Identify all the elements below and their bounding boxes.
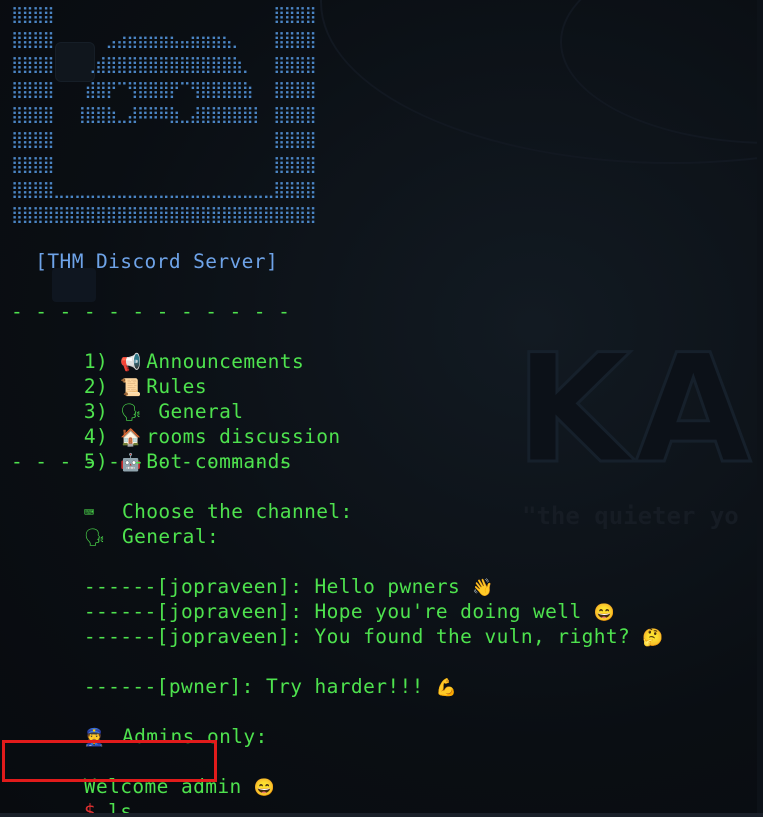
scrollbar[interactable] — [757, 0, 763, 817]
window-edge — [0, 813, 763, 817]
thinking-face-icon: 🤔 — [642, 628, 664, 648]
highlight-box — [2, 740, 217, 782]
message-text: ------[pwner]: Try harder!!! — [83, 675, 424, 698]
speaking-head-icon: 🗣 — [83, 528, 106, 548]
terminal-window[interactable]: KAL "the quieter yo ⣿⣿⣿⣿⠀⠀⠀⠀⠀⠀⠀⠀⠀⠀⠀⠀⠀⠀⠀⠀… — [0, 0, 763, 817]
terminal-output: ⣿⣿⣿⣿⠀⠀⠀⠀⠀⠀⠀⠀⠀⠀⠀⠀⠀⠀⠀⠀⠀⠀⠀⠀⠀⣿⣿⣿⣿ ⣿⣿⣿⣿⠀⠀⠀⠀⠀⣠… — [0, 0, 763, 817]
selected-channel-text: General: — [109, 525, 220, 548]
divider-top: - - - - - - - - - - - - — [11, 300, 291, 323]
message-text: ------[jopraveen]: You found the vuln, r… — [83, 625, 631, 648]
divider-bottom: - - - - - - - - - - - - — [11, 450, 291, 473]
server-title: [THM Discord Server] — [11, 250, 279, 273]
flexed-biceps-icon: 💪 — [435, 678, 458, 698]
smiling-face-icon: 😄 — [253, 778, 276, 798]
ascii-banner: ⣿⣿⣿⣿⠀⠀⠀⠀⠀⠀⠀⠀⠀⠀⠀⠀⠀⠀⠀⠀⠀⠀⠀⠀⠀⣿⣿⣿⣿ ⣿⣿⣿⣿⠀⠀⠀⠀⠀⣠… — [11, 5, 317, 224]
